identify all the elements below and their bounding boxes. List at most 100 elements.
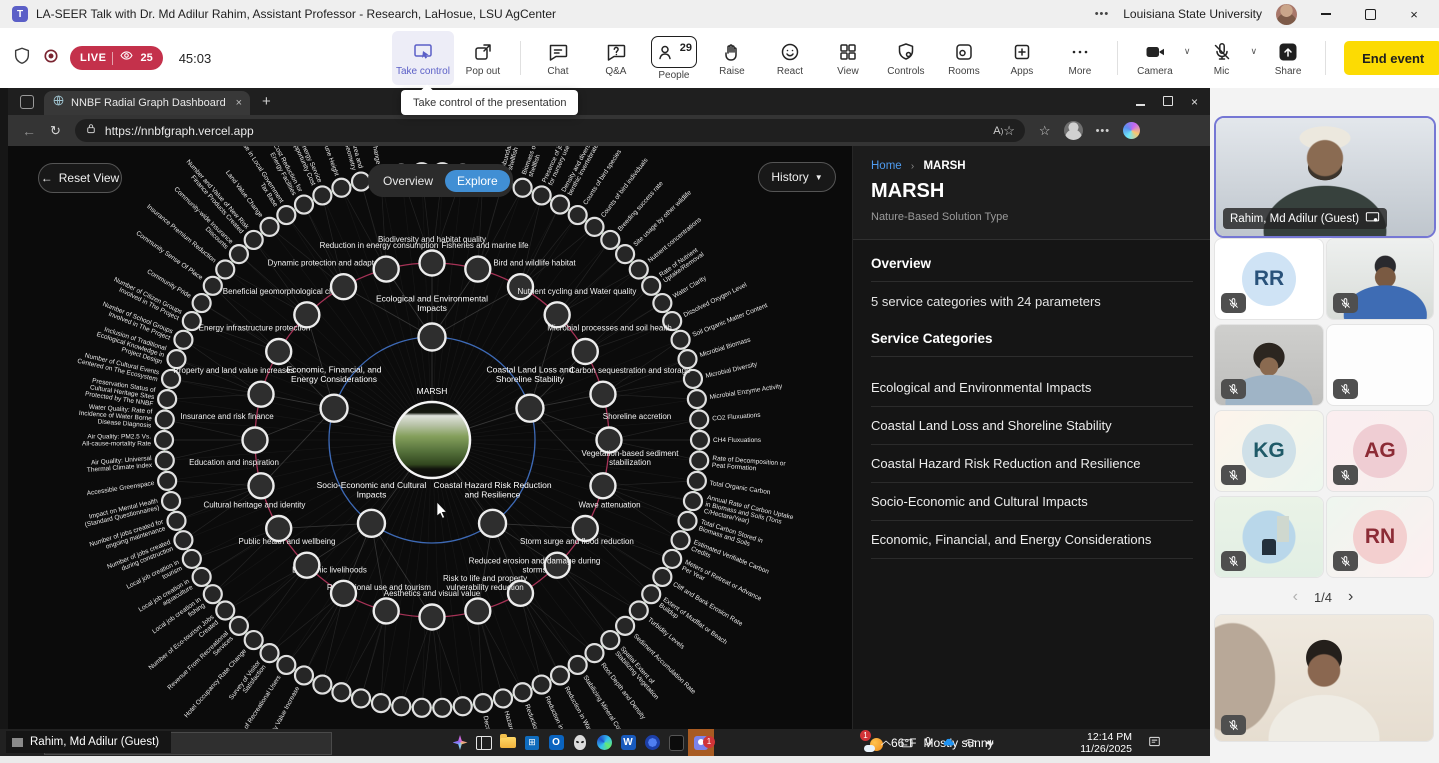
outer-node[interactable] <box>551 666 569 684</box>
participant-tile[interactable]: AG <box>1326 410 1434 492</box>
chat-button[interactable]: Chat <box>529 31 587 85</box>
outer-node[interactable] <box>642 585 660 603</box>
outer-node[interactable] <box>216 260 234 278</box>
category-node[interactable] <box>516 395 543 422</box>
parameter-node[interactable] <box>590 382 615 407</box>
outer-node[interactable] <box>672 331 690 349</box>
outer-node[interactable] <box>672 531 690 549</box>
participant-tile[interactable]: KG <box>1214 410 1324 492</box>
category-node[interactable] <box>358 510 385 537</box>
minimize-button[interactable] <box>1311 2 1341 26</box>
outer-node[interactable] <box>474 694 492 712</box>
outer-node[interactable] <box>585 644 603 662</box>
address-field[interactable]: https://nnbfgraph.vercel.app A) ☆ <box>75 119 1025 142</box>
parameter-node[interactable] <box>420 251 445 276</box>
user-avatar[interactable] <box>1276 4 1297 25</box>
favorite-star-icon[interactable]: ☆ <box>1003 123 1015 139</box>
parameter-node[interactable] <box>266 516 291 541</box>
outer-node[interactable] <box>663 550 681 568</box>
participant-tile[interactable]: RR <box>1214 238 1324 320</box>
org-name[interactable]: Louisiana State University <box>1123 7 1262 21</box>
parameter-node[interactable] <box>374 598 399 623</box>
security-shield-icon[interactable] <box>12 46 32 71</box>
participant-tile[interactable] <box>1214 614 1434 742</box>
outer-node[interactable] <box>514 683 532 701</box>
parameter-node[interactable] <box>573 339 598 364</box>
participant-tile[interactable] <box>1326 324 1434 406</box>
parameter-node[interactable] <box>243 428 268 453</box>
browser-restore-button[interactable] <box>1163 95 1173 109</box>
outer-node[interactable] <box>167 512 185 530</box>
tab-actions-icon[interactable] <box>20 95 34 109</box>
notification-center-icon[interactable] <box>1147 734 1162 754</box>
category-list-item[interactable]: Ecological and Environmental Impacts <box>871 369 1193 407</box>
pop-out-button[interactable]: Pop out <box>454 31 512 85</box>
prev-page-icon[interactable]: ‹ <box>1293 588 1298 606</box>
outer-node[interactable] <box>688 472 706 490</box>
chevron-down-icon[interactable]: ∨ <box>1251 46 1258 57</box>
outer-node[interactable] <box>494 689 512 707</box>
mic-muted-button[interactable]: Mic <box>1193 31 1251 85</box>
outer-node[interactable] <box>601 231 619 249</box>
onedrive-cloud-icon[interactable] <box>942 736 956 750</box>
teams-taskbar-icon[interactable]: 1 <box>688 729 714 756</box>
outlook-icon[interactable]: O <box>544 729 568 756</box>
chevron-down-icon[interactable]: ∨ <box>1184 46 1191 57</box>
breadcrumb-home-link[interactable]: Home <box>871 160 902 172</box>
outer-node[interactable] <box>230 245 248 263</box>
rooms-button[interactable]: Rooms <box>935 31 993 85</box>
store-icon[interactable]: ⊞ <box>520 729 544 756</box>
outer-node[interactable] <box>585 218 603 236</box>
outer-node[interactable] <box>684 492 702 510</box>
copilot-icon[interactable] <box>448 729 472 756</box>
system-tray[interactable] <box>879 729 998 756</box>
outer-node[interactable] <box>601 631 619 649</box>
cosmos-icon[interactable] <box>640 729 664 756</box>
parameter-node[interactable] <box>465 598 490 623</box>
outer-node[interactable] <box>216 602 234 620</box>
outer-node[interactable] <box>454 697 472 715</box>
close-button[interactable]: × <box>1399 2 1429 26</box>
next-page-icon[interactable]: › <box>1348 588 1353 606</box>
taskbar-clock[interactable]: 12:14 PM 11/26/2025 <box>1080 729 1132 756</box>
parameter-node[interactable] <box>590 473 615 498</box>
center-node[interactable] <box>394 402 470 478</box>
category-list-item[interactable]: Coastal Hazard Risk Reduction and Resili… <box>871 445 1193 483</box>
view-button[interactable]: View <box>819 31 877 85</box>
outer-node[interactable] <box>616 245 634 263</box>
take-control-button[interactable]: Take control <box>392 31 454 85</box>
read-aloud-icon[interactable]: A) <box>993 125 1003 137</box>
dark-app-icon[interactable] <box>664 729 688 756</box>
titlebar-more-icon[interactable]: ••• <box>1095 8 1110 20</box>
category-node[interactable] <box>321 395 348 422</box>
outer-node[interactable] <box>155 431 173 449</box>
browser-profile-avatar[interactable] <box>1064 121 1083 140</box>
parameter-node[interactable] <box>294 302 319 327</box>
outer-node[interactable] <box>183 550 201 568</box>
outer-node[interactable] <box>688 390 706 408</box>
wifi-icon[interactable] <box>963 736 977 750</box>
outer-node[interactable] <box>245 231 263 249</box>
outer-node[interactable] <box>616 617 634 635</box>
outer-node[interactable] <box>679 512 697 530</box>
category-list-item[interactable]: Socio-Economic and Cultural Impacts <box>871 483 1193 521</box>
outer-node[interactable] <box>162 492 180 510</box>
outer-node[interactable] <box>392 697 410 715</box>
browser-minimize-button[interactable] <box>1136 95 1145 109</box>
outer-node[interactable] <box>332 683 350 701</box>
browser-more-icon[interactable]: ••• <box>1096 125 1111 137</box>
outer-node[interactable] <box>277 656 295 674</box>
participant-tile[interactable] <box>1326 238 1434 320</box>
apps-button[interactable]: Apps <box>993 31 1051 85</box>
more-button[interactable]: More <box>1051 31 1109 85</box>
outer-node[interactable] <box>245 631 263 649</box>
category-list-item[interactable]: Coastal Land Loss and Shoreline Stabilit… <box>871 407 1193 445</box>
share-button[interactable]: Share <box>1259 31 1317 85</box>
browser-tab[interactable]: NNBF Radial Graph Dashboard × <box>44 91 250 115</box>
parameter-node[interactable] <box>249 382 274 407</box>
outer-node[interactable] <box>691 431 709 449</box>
outer-node[interactable] <box>514 179 532 197</box>
outer-node[interactable] <box>158 472 176 490</box>
controls-button[interactable]: Controls <box>877 31 935 85</box>
outer-node[interactable] <box>174 531 192 549</box>
